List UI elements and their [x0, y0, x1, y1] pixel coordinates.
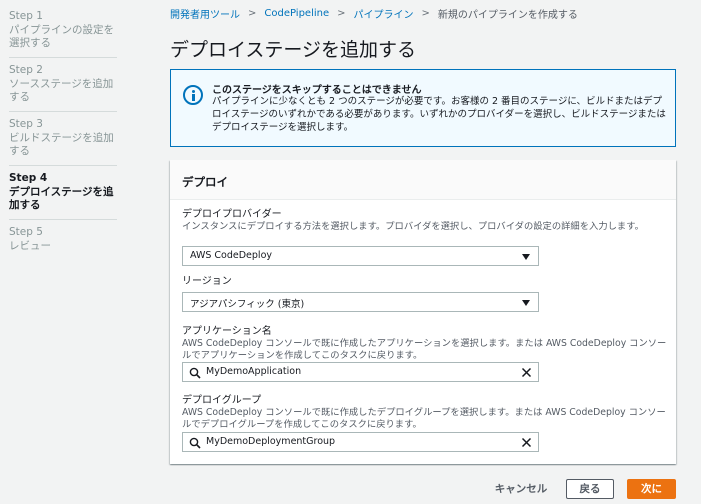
deploy-provider-label: デプロイプロバイダー	[182, 209, 282, 220]
step-3-label: ビルドステージを追加する	[9, 132, 114, 157]
deploy-provider-description: インスタンスにデプロイする方法を選択します。プロバイダを選択し、プロバイダの設定…	[182, 221, 644, 232]
page-title: デプロイステージを追加する	[170, 39, 417, 61]
caret-down-icon	[522, 300, 530, 306]
breadcrumb-current: 新規のパイプラインを作成する	[437, 9, 578, 21]
back-button[interactable]: 戻る	[566, 479, 614, 499]
step-1-label: パイプラインの設定を選択する	[9, 24, 114, 49]
search-icon	[189, 437, 201, 449]
breadcrumb-separator: >	[421, 7, 430, 19]
step-divider	[9, 111, 117, 112]
region-value: アジアパシフィック (東京)	[190, 299, 305, 310]
container-header: デプロイ	[170, 160, 676, 200]
deployment-group-label: デプロイグループ	[182, 395, 262, 406]
application-name-value: MyDemoApplication	[206, 366, 302, 377]
step-4[interactable]: Step 4 デプロイステージを追加する	[9, 172, 117, 212]
application-name-description: AWS CodeDeploy コンソールで既に作成したアプリケーションを選択しま…	[182, 338, 667, 361]
breadcrumb-codepipeline[interactable]: CodePipeline	[264, 8, 329, 19]
step-4-number: Step 4	[9, 172, 48, 184]
info-icon	[183, 85, 203, 105]
step-divider	[9, 219, 117, 220]
step-2[interactable]: Step 2 ソースステージを追加する	[9, 64, 117, 104]
breadcrumb-separator: >	[337, 7, 346, 19]
step-3[interactable]: Step 3 ビルドステージを追加する	[9, 118, 117, 158]
breadcrumb: 開発者用ツール > CodePipeline > パイプライン > 新規のパイプ…	[170, 6, 578, 21]
caret-down-icon	[522, 254, 530, 260]
deployment-group-value: MyDemoDeploymentGroup	[206, 436, 336, 447]
step-2-number: Step 2	[9, 64, 43, 76]
deploy-provider-value: AWS CodeDeploy	[190, 250, 273, 261]
region-select[interactable]: アジアパシフィック (東京)	[182, 292, 539, 312]
step-2-label: ソースステージを追加する	[9, 78, 114, 103]
container-title: デプロイ	[182, 175, 228, 189]
region-label: リージョン	[182, 276, 232, 287]
clear-icon[interactable]	[521, 367, 532, 378]
step-1-number: Step 1	[9, 10, 43, 22]
step-5-label: レビュー	[9, 240, 51, 252]
breadcrumb-developer-tools[interactable]: 開発者用ツール	[170, 6, 240, 21]
wizard-steps-sidebar: Step 1 パイプラインの設定を選択する Step 2 ソースステージを追加す…	[0, 0, 122, 504]
alert-body: パイプラインに少なくとも 2 つのステージが必要です。お客様の 2 番目のステー…	[212, 96, 666, 133]
step-5[interactable]: Step 5 レビュー	[9, 226, 117, 253]
step-divider	[9, 165, 117, 166]
step-4-label: デプロイステージを追加する	[9, 186, 114, 211]
step-divider	[9, 57, 117, 58]
deployment-group-search[interactable]: MyDemoDeploymentGroup	[182, 432, 539, 452]
step-1[interactable]: Step 1 パイプラインの設定を選択する	[9, 10, 117, 50]
step-3-number: Step 3	[9, 118, 43, 130]
deployment-group-description: AWS CodeDeploy コンソールで既に作成したデプロイグループを選択しま…	[182, 407, 666, 430]
breadcrumb-pipelines[interactable]: パイプライン	[354, 6, 414, 21]
info-alert: このステージをスキップすることはできません パイプラインに少なくとも 2 つのス…	[170, 69, 676, 147]
alert-title: このステージをスキップすることはできません	[212, 85, 422, 96]
clear-icon[interactable]	[521, 437, 532, 448]
search-icon	[189, 367, 201, 379]
cancel-button[interactable]: キャンセル	[488, 479, 554, 499]
breadcrumb-separator: >	[248, 7, 257, 19]
next-button[interactable]: 次に	[627, 479, 676, 499]
application-name-search[interactable]: MyDemoApplication	[182, 362, 539, 382]
application-name-label: アプリケーション名	[182, 326, 272, 337]
step-5-number: Step 5	[9, 226, 43, 238]
deploy-container: デプロイ デプロイプロバイダー インスタンスにデプロイする方法を選択します。プロ…	[170, 160, 676, 464]
deploy-provider-select[interactable]: AWS CodeDeploy	[182, 246, 539, 266]
